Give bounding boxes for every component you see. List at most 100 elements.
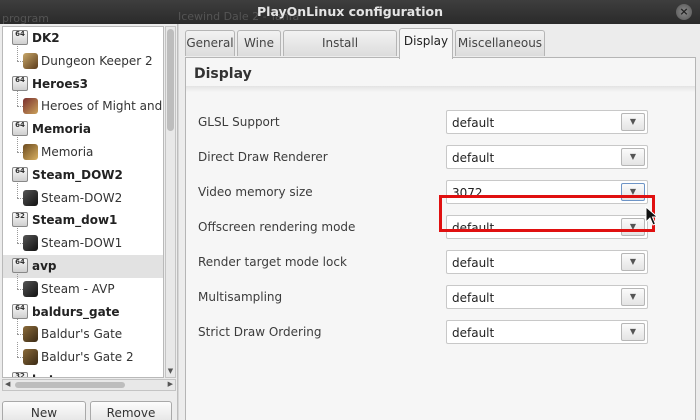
tree-item[interactable]: Steam-DOW2 bbox=[3, 182, 163, 210]
prefix-arch-icon: 64 bbox=[12, 166, 28, 182]
tree-item[interactable]: Steam-DOW1 bbox=[3, 228, 163, 255]
tab-miscellaneous[interactable]: Miscellaneous bbox=[455, 30, 545, 56]
tree-item-label: Baldur's Gate bbox=[41, 327, 123, 342]
render-target-mode-lock-select[interactable]: default ▼ bbox=[446, 250, 648, 274]
tree-item-label: Heroes of Might and M bbox=[41, 99, 164, 114]
tree-category-label: DK2 bbox=[32, 31, 60, 45]
tree-item-label: Dungeon Keeper 2 bbox=[41, 53, 153, 68]
window-title: PlayOnLinux configuration bbox=[257, 4, 443, 19]
tree-category-label: Heroes3 bbox=[32, 76, 88, 91]
render-target-mode-lock-label: Render target mode lock bbox=[198, 255, 347, 269]
select-value: default bbox=[452, 151, 495, 165]
select-value: default bbox=[452, 326, 495, 340]
chevron-down-icon[interactable]: ▼ bbox=[621, 113, 645, 131]
tree-item-label: Steam - AVP bbox=[41, 281, 115, 296]
tree-category[interactable]: 64 Heroes3 bbox=[3, 73, 163, 96]
annotation-highlight-box bbox=[439, 195, 655, 232]
steam-icon bbox=[23, 280, 38, 297]
prefix-arch-icon: 32 bbox=[12, 212, 28, 228]
dungeon-keeper-icon bbox=[23, 52, 38, 69]
tree-category-label: Memoria bbox=[32, 122, 91, 137]
tree-item[interactable]: Baldur's Gate bbox=[3, 319, 163, 346]
tree-item[interactable]: Dungeon Keeper 2 bbox=[3, 45, 163, 73]
tab-display[interactable]: Display bbox=[399, 28, 453, 59]
scroll-down-arrow-icon[interactable]: ▼ bbox=[166, 367, 175, 375]
glsl-support-label: GLSL Support bbox=[198, 115, 280, 129]
chevron-down-icon[interactable]: ▼ bbox=[621, 288, 645, 306]
strict-draw-ordering-select[interactable]: default ▼ bbox=[446, 320, 648, 344]
tree-connector bbox=[17, 45, 18, 61]
tree-item[interactable]: Heroes of Might and M bbox=[3, 91, 164, 118]
prefix-arch-icon: 64 bbox=[12, 30, 28, 45]
tree-connector bbox=[17, 273, 18, 289]
prefix-arch-icon: 64 bbox=[12, 121, 28, 137]
tab-general[interactable]: General bbox=[185, 30, 235, 56]
close-icon: × bbox=[679, 5, 689, 18]
close-button[interactable]: × bbox=[676, 4, 692, 20]
tree-connector bbox=[17, 228, 18, 244]
chevron-down-icon[interactable]: ▼ bbox=[621, 253, 645, 271]
prefix-arch-icon: 32 bbox=[12, 372, 28, 377]
tree-category[interactable]: 64 DK2 bbox=[3, 27, 163, 50]
tree-item-label: Baldur's Gate 2 bbox=[41, 350, 134, 365]
config-panel: GeneralWineInstall componentsDisplayMisc… bbox=[179, 24, 700, 420]
tree-item-label: Memoria bbox=[41, 145, 94, 159]
prefix-tree[interactable]: 64 DK2 Dungeon Keeper 2 64 Heroes3 Heroes of … bbox=[2, 26, 164, 378]
memoria-icon bbox=[23, 144, 38, 160]
heroes-shield-icon bbox=[23, 98, 38, 115]
prefix-arch-icon: 64 bbox=[12, 258, 28, 273]
prefix-arch-icon: 64 bbox=[12, 75, 28, 91]
tree-category-label: Steam_DOW2 bbox=[32, 167, 123, 182]
steam-icon bbox=[23, 235, 38, 252]
scroll-left-arrow-icon[interactable]: ◀ bbox=[5, 380, 10, 388]
multisampling-select[interactable]: default ▼ bbox=[446, 285, 648, 309]
tree-connector bbox=[17, 182, 18, 198]
tree-category-label: Steam_dow1 bbox=[32, 213, 118, 228]
tree-item[interactable]: Memoria bbox=[3, 137, 163, 164]
tree-connector bbox=[17, 137, 18, 152]
tree-category-label: baldurs_gate bbox=[32, 304, 120, 319]
tree-category[interactable]: 64 Steam_DOW2 bbox=[3, 164, 163, 187]
tab-install-components[interactable]: Install components bbox=[283, 30, 397, 74]
tree-category[interactable]: 32 batman bbox=[3, 369, 163, 377]
scroll-right-arrow-icon[interactable]: ▶ bbox=[168, 380, 173, 388]
vertical-scroll-thumb[interactable] bbox=[167, 29, 174, 131]
tree-item-label: Steam-DOW2 bbox=[41, 190, 123, 205]
tree-vertical-scrollbar[interactable]: ▼ bbox=[165, 26, 176, 378]
remove-button[interactable]: Remove bbox=[90, 401, 172, 420]
multisampling-label: Multisampling bbox=[198, 290, 283, 304]
header-separator bbox=[186, 86, 695, 92]
tree-item[interactable]: Baldur's Gate 2 bbox=[3, 342, 163, 369]
chevron-down-icon[interactable]: ▼ bbox=[621, 323, 645, 341]
tree-horizontal-scrollbar[interactable]: ◀ ▶ bbox=[2, 379, 176, 391]
tree-connector bbox=[17, 91, 18, 107]
direct-draw-renderer-select[interactable]: default ▼ bbox=[446, 145, 648, 169]
tree-category[interactable]: 32 Steam_dow1 bbox=[3, 209, 163, 232]
steam-icon bbox=[23, 189, 38, 206]
baldurs-gate-icon bbox=[23, 326, 38, 343]
offscreen-rendering-mode-label: Offscreen rendering mode bbox=[198, 220, 356, 234]
select-value: default bbox=[452, 291, 495, 305]
tree-category[interactable]: 64 baldurs_gate bbox=[3, 301, 163, 324]
tree-connector bbox=[17, 342, 18, 358]
prefix-sidebar: 64 DK2 Dungeon Keeper 2 64 Heroes3 Heroes of … bbox=[0, 24, 178, 420]
tree-item[interactable]: Steam - AVP bbox=[3, 273, 163, 301]
tree-category[interactable]: 64 avp bbox=[3, 255, 163, 278]
video-memory-size-label: Video memory size bbox=[198, 185, 313, 199]
tree-item-label: Steam-DOW1 bbox=[41, 236, 123, 251]
chevron-down-icon[interactable]: ▼ bbox=[621, 148, 645, 166]
select-value: default bbox=[452, 256, 495, 270]
display-tab-content: Display GLSL Support default ▼ Direct Draw … bbox=[185, 57, 696, 420]
prefix-arch-icon: 64 bbox=[12, 303, 28, 319]
tree-category-label: avp bbox=[32, 259, 57, 273]
new-button[interactable]: New bbox=[2, 401, 86, 420]
strict-draw-ordering-label: Strict Draw Ordering bbox=[198, 325, 322, 339]
tree-category[interactable]: 64 Memoria bbox=[3, 118, 163, 141]
tree-category-label: batman bbox=[32, 373, 84, 377]
title-bar: program Icewind Dale 2 - Tanfa PlayOnLin… bbox=[0, 0, 700, 25]
horizontal-scroll-thumb[interactable] bbox=[15, 382, 125, 388]
glsl-support-select[interactable]: default ▼ bbox=[446, 110, 648, 134]
mouse-cursor-icon bbox=[645, 206, 659, 226]
tab-wine[interactable]: Wine bbox=[237, 30, 281, 56]
baldurs-gate-icon bbox=[23, 349, 38, 366]
